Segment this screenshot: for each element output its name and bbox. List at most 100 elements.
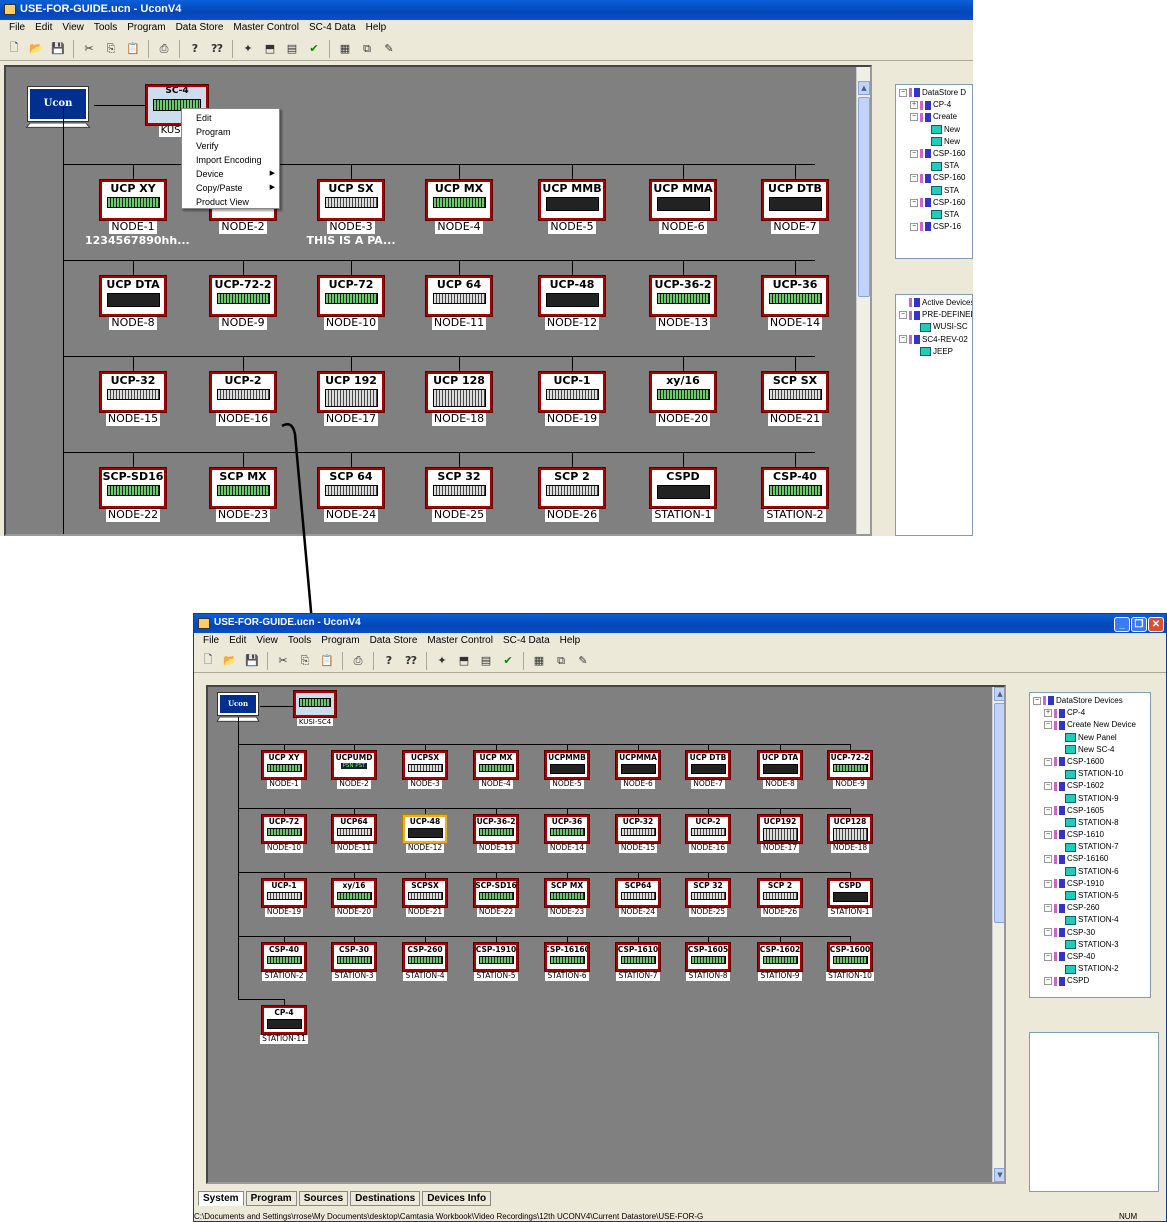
device-panel[interactable]: UCP MMA — [649, 179, 717, 221]
context-menu-verify[interactable]: Verify — [182, 139, 279, 153]
tree-item[interactable]: − CSP-1600 — [1033, 756, 1147, 768]
scroll-up-arrow[interactable]: ▲ — [994, 687, 1004, 701]
device-panel[interactable]: UCP DTB — [761, 179, 829, 221]
device-panel[interactable]: SCP-SD16 — [99, 467, 167, 509]
device-panel[interactable]: SCP MX — [209, 467, 277, 509]
device-panel[interactable]: UCP 64 — [425, 275, 493, 317]
collapse-icon[interactable]: − — [899, 88, 907, 97]
device-node-5[interactable]: UCPMMB NODE-5 — [530, 750, 604, 789]
device-panel[interactable]: UCP-1 — [261, 878, 307, 908]
tab-devices-info[interactable]: Devices Info — [422, 1191, 492, 1206]
parameter-icon[interactable]: ▤ — [282, 39, 302, 59]
datastore-tree-panel[interactable]: − DataStore D + CP-4 − Create New New − CSP-160 ST… — [895, 84, 973, 259]
edit-icon[interactable]: ✎ — [379, 39, 399, 59]
device-node-23[interactable]: SCP MX NODE-23 — [530, 878, 604, 917]
device-node-11[interactable]: UCP 64 NODE-11 — [411, 275, 507, 330]
tree-item[interactable]: WUSI-SC — [899, 321, 969, 333]
collapse-icon[interactable]: − — [910, 174, 918, 183]
device-station-2[interactable]: CSP-40 STATION-2 — [247, 942, 321, 981]
tree-item[interactable]: Active Devices or — [899, 297, 972, 309]
wizard-icon[interactable]: ✦ — [432, 651, 452, 671]
verify-icon[interactable]: ✔ — [498, 651, 518, 671]
device-station-1[interactable]: CSPD STATION-1 — [813, 878, 887, 917]
device-node-15[interactable]: UCP-32 NODE-15 — [601, 814, 675, 853]
collapse-icon[interactable]: − — [1044, 806, 1052, 815]
menu-edit[interactable]: Edit — [30, 20, 57, 37]
tree-item[interactable]: − Create — [899, 111, 969, 123]
context-menu-product-view[interactable]: Product View — [182, 195, 279, 209]
device-panel[interactable]: SCP SX — [761, 371, 829, 413]
active-devices-panel[interactable]: Active Devices or − PRE-DEFINED WUSI-SC − SC4… — [895, 294, 973, 536]
device-station-5[interactable]: CSP-1910 STATION-5 — [459, 942, 533, 981]
tree-item[interactable]: STATION-4 — [1033, 914, 1147, 926]
tree-item[interactable]: − CSP-160 — [899, 172, 969, 184]
new-icon[interactable]: 🗋 — [198, 651, 218, 671]
device-station-8[interactable]: CSP-1605 STATION-8 — [671, 942, 745, 981]
tree-item[interactable]: STA — [899, 185, 969, 197]
tree-item[interactable]: − CSP-16 — [899, 221, 969, 233]
collapse-icon[interactable]: − — [910, 149, 918, 158]
copy-icon[interactable]: ⎘ — [101, 39, 121, 59]
tree-item[interactable]: + CP-4 — [899, 99, 969, 111]
device-panel[interactable]: UCP64 — [331, 814, 377, 844]
scroll-thumb[interactable] — [858, 97, 870, 297]
device-panel[interactable]: UCP-72-2 — [209, 275, 277, 317]
tree-item[interactable]: − CSP-16160 — [1033, 853, 1147, 865]
palette-icon[interactable]: ▦ — [529, 651, 549, 671]
device-node-7[interactable]: UCP DTB NODE-7 — [671, 750, 745, 789]
device-node-26[interactable]: SCP 2 NODE-26 — [524, 467, 620, 522]
tree-item[interactable]: − CSP-40 — [1033, 951, 1147, 963]
window-icon[interactable]: ⧉ — [357, 39, 377, 59]
device-station-2[interactable]: CSP-40 STATION-2 — [747, 467, 843, 522]
controller-kusi-sc4[interactable]: KUSI-SC4 — [292, 690, 338, 727]
device-panel[interactable]: SCP 2 — [757, 878, 803, 908]
device-node-21[interactable]: SCPSX NODE-21 — [388, 878, 462, 917]
device-node-7[interactable]: UCP DTB NODE-7 — [747, 179, 843, 234]
device-node-15[interactable]: UCP-32 NODE-15 — [85, 371, 181, 426]
device-station-6[interactable]: CSP-16160 STATION-6 — [530, 942, 604, 981]
device-node-12[interactable]: UCP-48 NODE-12 — [524, 275, 620, 330]
device-station-10[interactable]: CSP-1600 STATION-10 — [813, 942, 887, 981]
tree-item[interactable]: STA — [899, 209, 969, 221]
device-node-17[interactable]: UCP192 NODE-17 — [743, 814, 817, 853]
tree-item[interactable]: − CSP-30 — [1033, 927, 1147, 939]
device-panel[interactable]: CSP-1602 — [757, 942, 803, 972]
tree-item[interactable]: STATION-5 — [1033, 890, 1147, 902]
print-icon[interactable]: ⎙ — [348, 651, 368, 671]
tree-item[interactable]: − CSP-160 — [899, 197, 969, 209]
menu-sc-4-data[interactable]: SC-4 Data — [304, 20, 361, 37]
device-node-25[interactable]: SCP 32 NODE-25 — [671, 878, 745, 917]
collapse-icon[interactable]: − — [1044, 904, 1052, 913]
device-panel[interactable]: CSP-30 — [331, 942, 377, 972]
copy-icon[interactable]: ⎘ — [295, 651, 315, 671]
minimize-button[interactable]: _ — [1114, 617, 1130, 632]
menu-program[interactable]: Program — [316, 633, 364, 650]
device-node-12[interactable]: UCP-48 NODE-12 — [388, 814, 462, 853]
paste-icon[interactable]: 📋 — [317, 651, 337, 671]
device-node-3[interactable]: UCPSX NODE-3 — [388, 750, 462, 789]
device-panel[interactable]: CSP-1605 — [685, 942, 731, 972]
collapse-icon[interactable]: − — [910, 113, 918, 122]
device-panel[interactable]: UCP-72 — [261, 814, 307, 844]
device-node-4[interactable]: UCP MX NODE-4 — [411, 179, 507, 234]
device-panel[interactable]: SCP64 — [615, 878, 661, 908]
tab-program[interactable]: Program — [245, 1191, 297, 1206]
device-node-18[interactable]: UCP 128 NODE-18 — [411, 371, 507, 426]
collapse-icon[interactable]: − — [1044, 977, 1052, 986]
device-node-9[interactable]: UCP-72-2 NODE-9 — [813, 750, 887, 789]
tree-item[interactable]: New — [899, 136, 969, 148]
restore-button[interactable]: ❐ — [1131, 617, 1147, 632]
collapse-icon[interactable]: − — [1044, 757, 1052, 766]
collapse-icon[interactable]: − — [899, 335, 907, 344]
device-panel[interactable]: CSPD — [649, 467, 717, 509]
save-icon[interactable]: 💾 — [242, 651, 262, 671]
pc-icon[interactable]: Ucon — [25, 86, 91, 128]
canvas-vscrollbar[interactable]: ▲ ▼ — [992, 687, 1004, 1182]
tab-destinations[interactable]: Destinations — [350, 1191, 421, 1206]
tab-system[interactable]: System — [198, 1191, 244, 1206]
device-panel[interactable]: UCPSX — [402, 750, 448, 780]
device-node-1[interactable]: UCP XY NODE-1 1234567890hh... — [85, 179, 190, 247]
device-node-18[interactable]: UCP128 NODE-18 — [813, 814, 887, 853]
device-panel[interactable]: UCPMMA — [615, 750, 661, 780]
device-node-14[interactable]: UCP-36 NODE-14 — [747, 275, 843, 330]
